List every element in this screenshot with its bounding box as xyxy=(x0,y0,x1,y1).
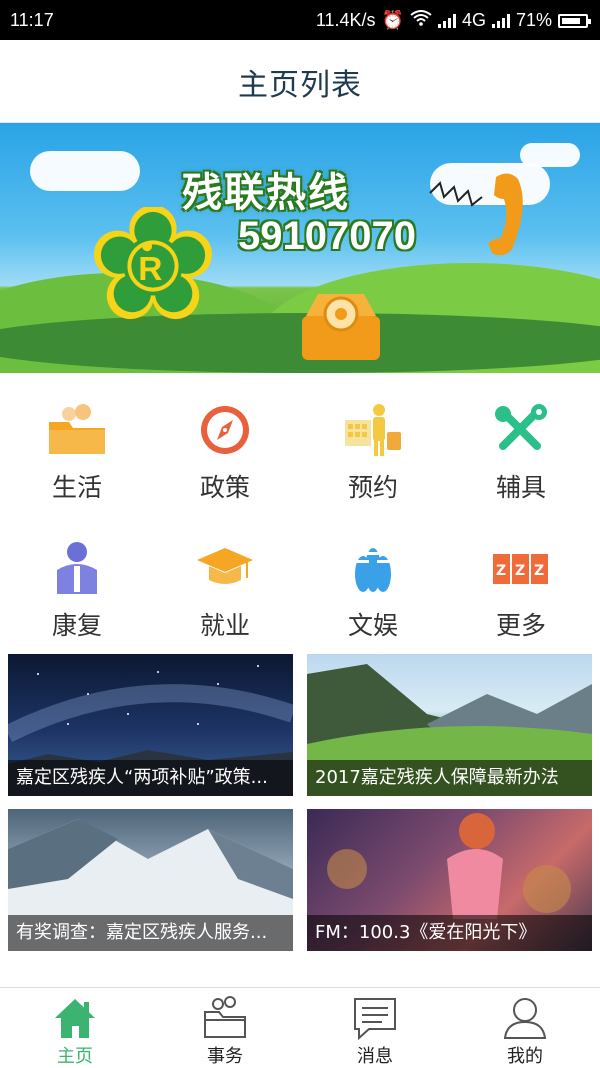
menu-label: 预约 xyxy=(347,473,398,502)
title-bar: 主页列表 xyxy=(0,40,600,123)
svg-text:Z: Z xyxy=(534,563,544,579)
news-card[interactable]: FM：100.3《爱在阳光下》 xyxy=(307,809,592,951)
news-card[interactable]: 有奖调查：嘉定区残疾人服务... xyxy=(8,809,293,951)
signal-icon xyxy=(437,13,456,28)
user-icon xyxy=(503,998,547,1039)
page-title: 主页列表 xyxy=(238,68,362,103)
menu-label: 辅具 xyxy=(495,473,546,502)
menu-item-entertainment[interactable]: 文娱 xyxy=(299,518,447,640)
menu-item-life[interactable]: 生活 xyxy=(3,380,151,502)
signal-icon-2 xyxy=(491,13,510,28)
bowling-icon xyxy=(355,548,391,592)
menu-label: 文娱 xyxy=(347,611,398,640)
news-caption: 2017嘉定残疾人保障最新办法 xyxy=(307,760,592,796)
svg-text:Z: Z xyxy=(496,563,506,579)
menu-item-more[interactable]: ZZZ 更多 xyxy=(447,518,595,640)
home-icon xyxy=(55,999,95,1038)
menu-label: 政策 xyxy=(199,473,250,502)
tools-icon xyxy=(495,404,547,450)
menu-label: 康复 xyxy=(51,611,102,640)
calendar-person-icon xyxy=(345,404,401,456)
menu-item-appointment[interactable]: 预约 xyxy=(299,380,447,502)
menu-label: 就业 xyxy=(199,611,250,640)
news-caption: FM：100.3《爱在阳光下》 xyxy=(307,915,592,951)
tab-home[interactable]: 主页 xyxy=(0,988,150,1068)
menu-item-aids[interactable]: 辅具 xyxy=(447,380,595,502)
hotline-banner[interactable]: 残联热线 59107070 R xyxy=(0,123,600,373)
network-type: 4G xyxy=(461,10,486,30)
menu-item-policy[interactable]: 政策 xyxy=(151,380,299,502)
news-card[interactable]: 2017嘉定残疾人保障最新办法 xyxy=(307,654,592,796)
tab-label: 消息 xyxy=(357,1046,393,1067)
tab-label: 我的 xyxy=(507,1046,543,1067)
tab-mine[interactable]: 我的 xyxy=(450,988,600,1068)
person-icon xyxy=(57,542,97,594)
network-speed: 11.4K/s xyxy=(315,10,376,30)
menu-item-rehab[interactable]: 康复 xyxy=(3,518,151,640)
news-card[interactable]: 嘉定区残疾人“两项补贴”政策... xyxy=(8,654,293,796)
status-indicators: 11.4K/s ⏰ 4G 71% xyxy=(315,10,591,31)
menu-label: 更多 xyxy=(495,611,546,640)
wifi-icon xyxy=(410,10,432,31)
tab-messages[interactable]: 消息 xyxy=(300,988,450,1068)
tab-affairs[interactable]: 事务 xyxy=(150,988,300,1068)
disability-federation-logo: R xyxy=(94,207,212,320)
menu-label: 生活 xyxy=(51,473,102,502)
compass-icon xyxy=(201,406,249,454)
status-time: 11:17 xyxy=(10,10,54,30)
telephone-icon xyxy=(302,294,380,360)
tab-label: 主页 xyxy=(57,1046,93,1067)
graduation-cap-icon xyxy=(197,548,253,584)
status-bar: 11:17 11.4K/s ⏰ 4G 71% xyxy=(0,0,600,40)
battery-icon xyxy=(558,13,591,28)
tab-label: 事务 xyxy=(207,1046,243,1067)
zzz-icon: ZZZ xyxy=(493,554,548,584)
news-caption: 有奖调查：嘉定区残疾人服务... xyxy=(8,915,293,951)
svg-text:R: R xyxy=(138,251,162,288)
svg-text:Z: Z xyxy=(515,563,525,579)
menu-item-employment[interactable]: 就业 xyxy=(151,518,299,640)
message-icon xyxy=(354,998,396,1040)
handset-icon xyxy=(429,173,523,256)
folder-people-icon xyxy=(49,404,105,454)
hotline-number: 59107070 xyxy=(238,214,416,258)
news-caption: 嘉定区残疾人“两项补贴”政策... xyxy=(8,760,293,796)
alarm-icon: ⏰ xyxy=(381,10,404,30)
affairs-icon xyxy=(204,996,246,1038)
cloud-icon xyxy=(30,151,140,191)
battery-percent: 71% xyxy=(515,10,552,30)
bottom-tab-bar: 主页 事务 消息 我的 xyxy=(0,987,600,1068)
